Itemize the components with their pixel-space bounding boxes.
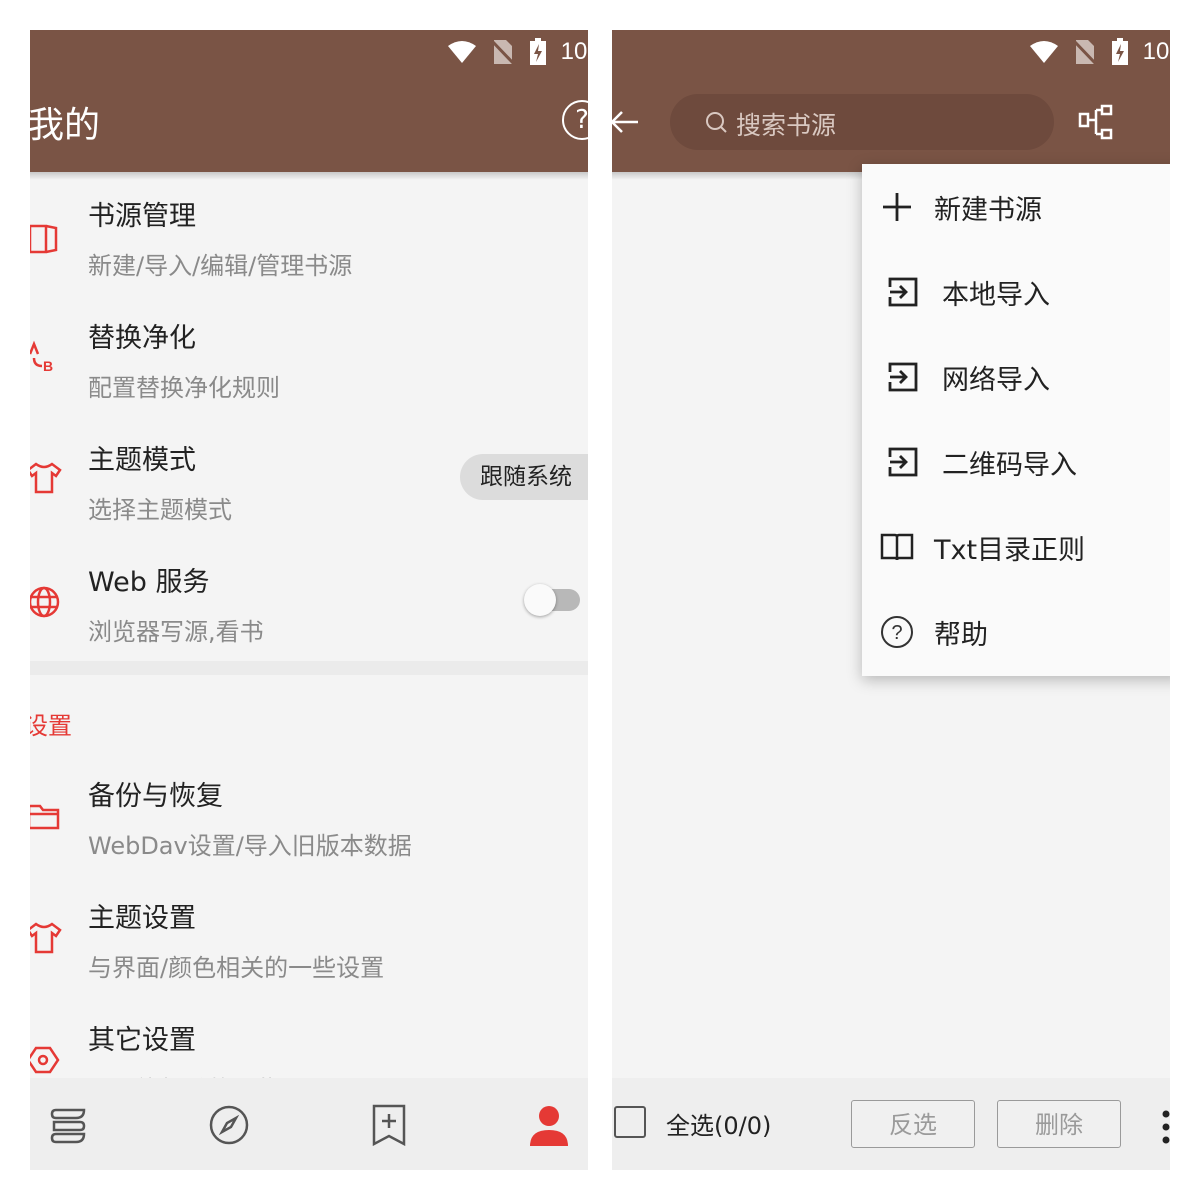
status-bar: 10:: [30, 30, 588, 74]
app-bar-shadow: [30, 172, 588, 180]
globe-icon: [30, 586, 60, 618]
bottom-navigation: [30, 1078, 588, 1170]
status-time: 10:: [1142, 38, 1170, 65]
import-icon: [888, 362, 918, 392]
menu-label: 本地导入: [942, 280, 1050, 311]
wifi-icon: [1029, 41, 1058, 63]
book-icon: [880, 533, 914, 561]
pref-summary: 配置替换净化规则: [88, 374, 280, 402]
gear-icon: [30, 1046, 60, 1074]
help-icon[interactable]: ?: [562, 100, 588, 140]
pref-summary: 新建/导入/编辑/管理书源: [88, 252, 353, 280]
pref-summary: WebDav设置/导入旧版本数据: [88, 832, 412, 860]
svg-text:B: B: [43, 358, 53, 374]
import-icon: [888, 447, 918, 477]
rss-bookmark-icon[interactable]: [368, 1104, 410, 1146]
section-header: 设置: [30, 712, 72, 740]
pref-summary: 选择主题模式: [88, 496, 232, 524]
pref-summary: 与界面/颜色相关的一些设置: [88, 954, 385, 982]
menu-label: 帮助: [934, 620, 988, 651]
wifi-icon: [447, 41, 476, 63]
book-source-screen: 10: 搜索书源 新建书源 本地导入 网络导入 二维码导入 Txt目录正: [612, 30, 1170, 1170]
pref-title: Web 服务: [88, 567, 210, 598]
menu-item-txt-toc-rule[interactable]: Txt目录正则: [862, 504, 1170, 589]
pref-web-service[interactable]: Web 服务 浏览器写源,看书: [30, 546, 588, 668]
bookshelf-icon[interactable]: [48, 1104, 90, 1146]
status-bar: 10:: [612, 30, 1170, 74]
menu-item-qrcode-import[interactable]: 二维码导入: [862, 419, 1170, 504]
back-arrow-icon[interactable]: [612, 104, 642, 140]
no-sim-icon: [490, 39, 515, 65]
menu-label: 二维码导入: [942, 450, 1077, 481]
app-bar: 我的 ?: [30, 74, 588, 172]
pref-title: 主题模式: [88, 445, 196, 476]
import-icon: [888, 277, 918, 307]
menu-item-local-import[interactable]: 本地导入: [862, 249, 1170, 334]
my-screen: 10: 我的 ? 书源管理 新建/导入/编辑/管理书源 B 替换净化 配置替换净…: [30, 30, 588, 1170]
replace-icon: B: [30, 340, 53, 374]
section-divider: [30, 661, 588, 675]
svg-text:?: ?: [891, 622, 902, 644]
theme-mode-value[interactable]: 跟随系统: [460, 454, 588, 500]
menu-label: 新建书源: [934, 195, 1042, 226]
overflow-menu: 新建书源 本地导入 网络导入 二维码导入 Txt目录正则 ? 帮助: [862, 164, 1170, 676]
menu-item-network-import[interactable]: 网络导入: [862, 334, 1170, 419]
invert-selection-button[interactable]: 反选: [851, 1100, 975, 1148]
pref-title: 替换净化: [88, 323, 196, 354]
pref-summary: 浏览器写源,看书: [88, 618, 264, 646]
select-all-label[interactable]: 全选(0/0): [666, 1106, 771, 1141]
shirt-icon: [30, 922, 62, 954]
pref-title: 其它设置: [88, 1025, 196, 1056]
status-time: 10:: [560, 38, 588, 65]
pref-title: 备份与恢复: [88, 781, 223, 812]
more-vert-icon[interactable]: [1162, 1110, 1170, 1144]
battery-charging-icon: [529, 38, 546, 65]
menu-label: 网络导入: [942, 365, 1050, 396]
search-input[interactable]: 搜索书源: [670, 94, 1054, 150]
pref-theme-settings[interactable]: 主题设置 与界面/颜色相关的一些设置: [30, 882, 588, 1004]
search-placeholder: 搜索书源: [736, 111, 837, 140]
pref-title: 书源管理: [88, 201, 196, 232]
profile-icon[interactable]: [528, 1104, 570, 1146]
delete-button[interactable]: 删除: [997, 1100, 1121, 1148]
pref-replace-purify[interactable]: B 替换净化 配置替换净化规则: [30, 302, 588, 424]
select-all-checkbox[interactable]: [614, 1106, 646, 1138]
menu-item-help[interactable]: ? 帮助: [862, 589, 1170, 674]
web-service-switch-thumb[interactable]: [524, 584, 556, 616]
battery-charging-icon: [1111, 38, 1128, 65]
group-menu-icon[interactable]: [1078, 102, 1118, 142]
search-icon: [706, 112, 727, 133]
menu-item-add-source[interactable]: 新建书源: [862, 164, 1170, 249]
selection-action-bar: 全选(0/0) 反选 删除: [612, 1078, 1170, 1170]
shirt-icon: [30, 462, 62, 494]
app-bar: 搜索书源: [612, 74, 1170, 172]
pref-backup-restore[interactable]: 备份与恢复 WebDav设置/导入旧版本数据: [30, 760, 588, 882]
menu-label: Txt目录正则: [934, 535, 1086, 566]
pref-title: 主题设置: [88, 903, 196, 934]
book-icon: [30, 224, 58, 254]
folder-icon: [30, 804, 60, 830]
help-icon: ?: [881, 616, 913, 648]
pref-book-source-manage[interactable]: 书源管理 新建/导入/编辑/管理书源: [30, 180, 588, 302]
add-icon: [883, 193, 911, 221]
page-title: 我的: [30, 105, 101, 146]
discover-icon[interactable]: [208, 1104, 250, 1146]
no-sim-icon: [1072, 39, 1097, 65]
